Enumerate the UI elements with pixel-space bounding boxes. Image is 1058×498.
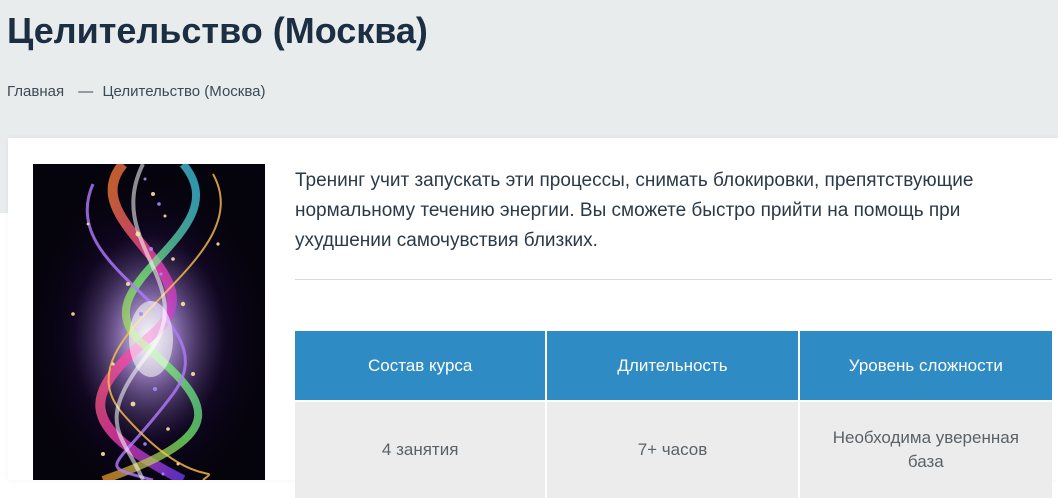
energy-spiral-image <box>33 164 265 480</box>
header-course-composition: Состав курса <box>295 331 548 400</box>
course-card: Тренинг учит запускать эти процессы, сни… <box>8 138 1058 498</box>
table-header-row: Состав курса Длительность Уровень сложно… <box>295 331 1052 400</box>
header-duration: Длительность <box>547 331 800 400</box>
breadcrumb-home-link[interactable]: Главная <box>7 83 64 100</box>
course-info-table: Состав курса Длительность Уровень сложно… <box>295 331 1052 498</box>
header-difficulty: Уровень сложности <box>799 331 1052 400</box>
cell-duration: 7+ часов <box>547 400 800 498</box>
cell-course-composition: 4 занятия <box>295 400 548 498</box>
course-description: Тренинг учит запускать эти процессы, сни… <box>295 170 974 251</box>
divider <box>295 279 1052 280</box>
page-title: Целительство (Москва) <box>7 10 428 51</box>
cell-difficulty: Необходима уверенная база <box>799 400 1052 498</box>
breadcrumb-current: Целительство (Москва) <box>102 83 266 100</box>
course-image <box>33 164 265 480</box>
table-row: 4 занятия 7+ часов Необходима уверенная … <box>295 400 1052 498</box>
breadcrumb-separator: — <box>78 83 94 100</box>
breadcrumb: Главная — Целительство (Москва) <box>7 82 266 102</box>
